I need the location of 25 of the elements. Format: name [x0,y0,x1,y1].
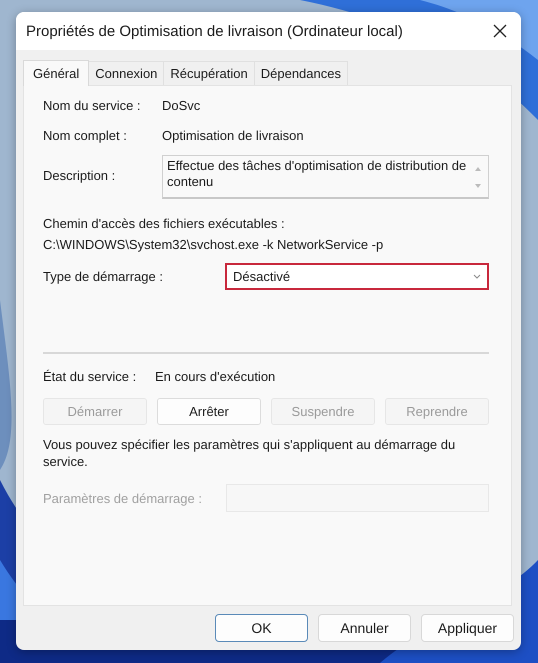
tab[interactable]: Général [23,60,90,86]
window-title: Propriétés de Optimisation de livraison (Ordinateur local) [26,22,403,40]
scroll-down-icon[interactable] [474,183,482,189]
hint-text: Vous pouvez spécifier les paramètres qui s'appliquent au démarrage du service. [43,436,456,470]
close-icon[interactable] [493,24,507,38]
field-label: Nom du service : [43,98,142,113]
tab[interactable]: Dépendances [254,61,348,85]
service-button[interactable]: Arrêter [157,398,261,425]
dialog-button[interactable]: OK [215,614,308,642]
field-label: Nom complet : [43,128,128,143]
service-name: DoSvc [162,98,200,113]
executable-path: C:\WINDOWS\System32\svchost.exe -k NetworkService -p [43,237,384,252]
display-name: Optimisation de livraison [162,128,304,143]
field-label: État du service : [43,369,138,384]
scroll-up-icon[interactable] [474,166,482,172]
field-label: Type de démarrage : [43,269,164,284]
chevron-down-icon [473,274,481,279]
field-label: Description : [43,168,116,183]
service-status: En cours d'exécution [155,369,276,384]
description-box[interactable]: Effectue des tâches d'optimisation de distribution de contenu [162,155,489,199]
startup-type-dropdown[interactable]: Désactivé [225,263,489,290]
field-label: Paramètres de démarrage : [43,490,203,506]
dialog-button[interactable]: Appliquer [421,614,514,642]
field-label: Chemin d'accès des fichiers exécutables : [43,216,286,231]
dialog-button[interactable]: Annuler [318,614,411,642]
